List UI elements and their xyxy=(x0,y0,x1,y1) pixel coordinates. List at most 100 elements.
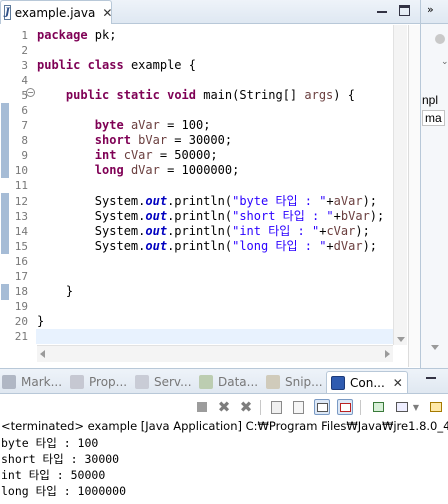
code-line[interactable]: System.out.println("int 타입 : "+cVar); xyxy=(37,224,393,239)
code-line[interactable] xyxy=(37,299,393,314)
code-token: System. xyxy=(37,208,146,223)
maximize-icon[interactable] xyxy=(399,5,410,16)
code-line[interactable]: } xyxy=(37,314,393,329)
outline-method-item[interactable]: ma xyxy=(422,110,445,126)
show-console-on-stdout-button[interactable] xyxy=(314,399,330,415)
code-token: System. xyxy=(37,193,146,208)
code-token: .println( xyxy=(167,238,233,253)
console-output[interactable]: byte 타입 : 100 short 타입 : 30000 int 타입 : 50… xyxy=(1,435,441,499)
scroll-lock-button[interactable] xyxy=(268,399,284,415)
code-line[interactable]: short bVar = 30000; xyxy=(37,133,393,148)
code-token: pk; xyxy=(87,28,117,42)
remove-launch-button[interactable]: ✖ xyxy=(216,398,232,416)
code-token: byte xyxy=(94,118,124,133)
properties-icon xyxy=(70,375,84,389)
console-toolbar: ✖ ✖ ▼ xyxy=(0,395,448,419)
panel-overflow-chevron[interactable]: » xyxy=(421,0,448,24)
console-output-line: long 타입 : 1000000 xyxy=(1,484,127,498)
code-token: + xyxy=(333,208,341,223)
code-token: .println( xyxy=(167,193,233,208)
code-line[interactable]: } xyxy=(37,284,393,299)
code-line[interactable]: package pk; xyxy=(37,28,393,43)
line-number: 8 xyxy=(21,134,28,148)
tab-label: Data... xyxy=(218,375,259,389)
pin-console-button[interactable] xyxy=(370,399,386,415)
code-line[interactable] xyxy=(37,43,393,58)
code-line[interactable]: System.out.println("long 타입 : "+dVar); xyxy=(37,239,393,254)
show-console-on-stderr-button[interactable] xyxy=(337,399,353,415)
vertical-scrollbar[interactable] xyxy=(393,25,407,345)
open-console-button[interactable] xyxy=(428,399,444,415)
terminate-icon xyxy=(197,402,207,412)
horizontal-scrollbar[interactable] xyxy=(37,345,393,362)
code-token: System. xyxy=(37,223,146,238)
code-token: = 30000; xyxy=(167,133,233,148)
code-line[interactable]: int cVar = 50000; xyxy=(37,148,393,163)
editor-tab-label: example.java xyxy=(14,5,96,20)
code-line[interactable]: public static void main(String[] args) { xyxy=(37,88,393,103)
code-token: bVar xyxy=(138,133,168,148)
word-wrap-button[interactable] xyxy=(290,399,306,415)
fold-collapse-icon[interactable]: − xyxy=(26,88,35,97)
close-icon[interactable]: ✕ xyxy=(393,376,403,390)
display-console-dropdown[interactable]: ▼ xyxy=(412,399,420,415)
display-console-icon xyxy=(396,402,408,412)
code-line[interactable]: System.out.println("short 타입 : "+bVar); xyxy=(37,209,393,224)
code-token: "long 타입 : " xyxy=(232,238,327,253)
tab-label: Serv... xyxy=(154,375,192,389)
editor-tab-example-java[interactable]: J example.java ✕ xyxy=(0,0,112,24)
open-console-icon xyxy=(430,402,442,412)
editor-tab-bar: J example.java ✕ xyxy=(0,0,420,24)
code-line[interactable] xyxy=(37,269,393,284)
code-line[interactable]: byte aVar = 100; xyxy=(37,118,393,133)
code-token: out xyxy=(145,193,168,208)
tab-markers[interactable]: Mark... xyxy=(2,371,62,393)
code-token: short xyxy=(94,133,131,148)
code-line[interactable] xyxy=(37,73,393,88)
scroll-right-icon[interactable] xyxy=(385,350,390,358)
tab-console[interactable]: Con... ✕ xyxy=(326,371,408,393)
scroll-down-icon[interactable] xyxy=(397,337,405,342)
code-token: "int 타입 : " xyxy=(232,223,320,238)
line-number: 19 xyxy=(14,299,28,313)
datasource-icon xyxy=(199,375,213,389)
tab-label: Con... xyxy=(350,375,385,390)
close-icon[interactable]: ✕ xyxy=(102,6,112,20)
word-wrap-icon xyxy=(292,400,304,414)
tab-snippets[interactable]: Snip... xyxy=(266,371,323,393)
display-selected-console-button[interactable] xyxy=(394,399,410,415)
toolbar-separator xyxy=(260,400,261,415)
code-line[interactable] xyxy=(37,254,393,269)
code-line[interactable] xyxy=(36,328,393,344)
remove-all-icon: ✖ xyxy=(239,398,253,416)
scroll-lock-icon xyxy=(270,400,282,414)
code-token: main(String[] xyxy=(196,88,305,103)
overview-ruler xyxy=(408,25,420,367)
code-token: example { xyxy=(123,58,196,73)
code-line[interactable] xyxy=(37,103,393,118)
minimize-icon[interactable] xyxy=(426,377,436,379)
code-text-area[interactable]: package pk; public class example { public… xyxy=(36,28,393,344)
minimize-icon[interactable] xyxy=(376,4,389,17)
tab-label: Snip... xyxy=(285,375,323,389)
tab-properties[interactable]: Prop... xyxy=(70,371,127,393)
terminate-button[interactable] xyxy=(194,399,210,415)
scroll-left-icon[interactable] xyxy=(40,350,45,358)
code-line[interactable]: System.out.println("byte 타입 : "+aVar); xyxy=(37,194,393,209)
editor-window-controls xyxy=(376,4,410,17)
code-token: "byte 타입 : " xyxy=(232,193,327,208)
code-token: package xyxy=(37,28,88,42)
tab-servers[interactable]: Serv... xyxy=(135,371,192,393)
code-line[interactable]: public class example { xyxy=(37,58,393,73)
tab-data-source-explorer[interactable]: Data... xyxy=(199,371,258,393)
code-line[interactable] xyxy=(37,178,393,193)
remove-all-terminated-button[interactable]: ✖ xyxy=(238,398,254,416)
code-editor[interactable]: 1 2 3 4 5 6 7 8 9 10 11 12 13 14 15 16 17 18 19 20 21 − pack… xyxy=(0,25,408,367)
views-tab-bar: Mark... Prop... Serv... Data... Snip... … xyxy=(0,368,448,394)
chevron-down-icon[interactable]: ⌄ xyxy=(441,56,448,67)
scroll-down-icon[interactable] xyxy=(431,345,439,350)
code-line[interactable]: long dVar = 1000000; xyxy=(37,163,393,178)
